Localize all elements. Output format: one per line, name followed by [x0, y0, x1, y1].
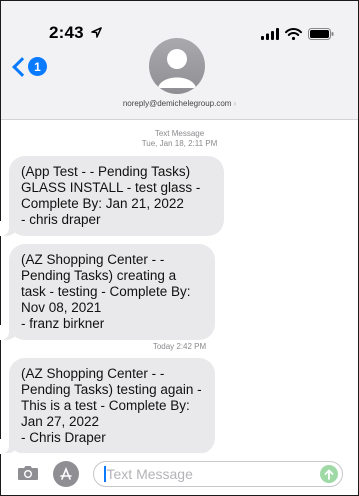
section-timestamp: Today 2:42 PM	[152, 342, 207, 351]
chevron-left-icon	[12, 56, 32, 77]
thread-header: Text Message Tue, Jan 18, 2:11 PM	[1, 129, 358, 149]
wifi-icon	[285, 27, 302, 45]
send-arrow-icon[interactable]	[320, 465, 338, 483]
section-timestamp: Tue, Jan 18, 2:11 PM	[141, 139, 218, 148]
message-bubble[interactable]: (AZ Shopping Center - - Pending Tasks) c…	[0, 244, 215, 340]
contact-avatar[interactable]	[149, 38, 205, 94]
message-bubble[interactable]: (AZ Shopping Center - - Pending Tasks) t…	[0, 358, 215, 454]
message-bubble[interactable]: (App Test - - Pending Tasks) GLASS INSTA…	[0, 156, 224, 236]
battery-icon	[308, 27, 334, 45]
message-placeholder: Text Message	[106, 466, 193, 482]
section-label: Text Message	[154, 129, 205, 138]
message-composer: Text Message	[1, 453, 358, 495]
app-store-icon[interactable]	[53, 461, 79, 487]
signal-icon	[261, 27, 279, 45]
chevron-right-icon: ›	[233, 99, 237, 108]
status-time: 2:43	[49, 23, 102, 43]
message-input[interactable]: Text Message	[93, 461, 343, 487]
camera-icon[interactable]	[17, 465, 39, 481]
back-button[interactable]: 1	[11, 56, 47, 77]
location-arrow-icon	[87, 25, 102, 41]
text-caret	[104, 466, 106, 482]
contact-name[interactable]: noreply@demichelegroup.com ›	[1, 99, 358, 108]
conversation-header: 2:43 1 noreply@demichelegroup.com ›	[1, 1, 358, 120]
status-icons	[261, 27, 334, 45]
